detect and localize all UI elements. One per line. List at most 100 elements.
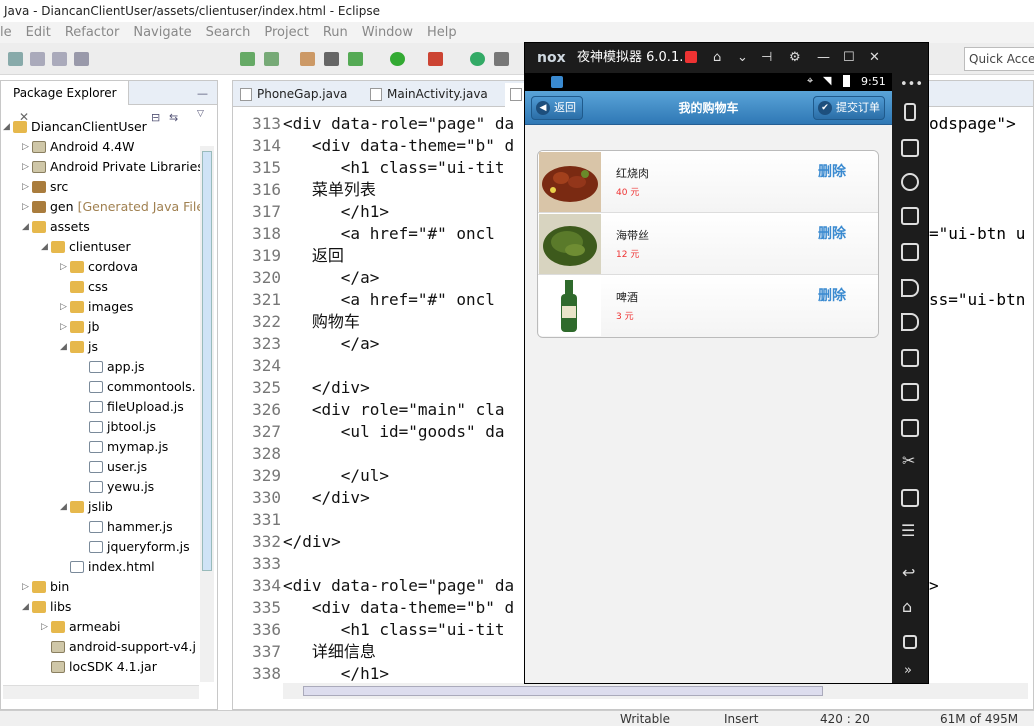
run-icon[interactable] [390, 52, 405, 66]
fullscreen-icon[interactable] [901, 243, 919, 261]
collapsed-arrow-icon[interactable]: ▷ [60, 257, 70, 277]
tree-item[interactable]: hammer.js [89, 517, 173, 537]
view-menu-icon[interactable]: ▽ [197, 109, 204, 119]
list-item[interactable]: 海带丝 12 元 删除 [538, 213, 878, 275]
lint-icon[interactable] [324, 52, 339, 66]
tree-item[interactable]: ◢ jslib [60, 497, 113, 517]
menu-refactor[interactable]: Refactor [65, 25, 120, 40]
package-explorer-tab[interactable]: Package Explorer ✕ [1, 81, 129, 124]
list-item[interactable]: 啤酒 3 元 删除 [538, 275, 878, 337]
menu-help[interactable]: Help [427, 25, 457, 40]
collapsed-arrow-icon[interactable]: ▷ [22, 197, 32, 217]
tree-item[interactable]: ▷ Android 4.4W [22, 137, 135, 157]
tree-item[interactable]: index.html [70, 557, 155, 577]
alert-icon[interactable] [685, 51, 697, 63]
screen-icon[interactable] [901, 207, 919, 225]
tab-mainactivity-java[interactable]: MainActivity.java [365, 83, 505, 107]
tree-scroll-thumb[interactable] [202, 151, 212, 571]
menu-icon[interactable]: ☰ [901, 521, 915, 540]
robot-icon[interactable] [901, 139, 919, 157]
maximize-icon[interactable]: ☐ [843, 43, 855, 73]
tab-phonegap-java[interactable]: PhoneGap.java [235, 83, 365, 107]
keyboard-icon[interactable] [901, 349, 919, 367]
link-editor-icon[interactable]: ⇆ [169, 111, 178, 124]
tree-item[interactable]: user.js [89, 457, 147, 477]
tree-item[interactable]: locSDK 4.1.jar [51, 657, 157, 677]
chevron-down-icon[interactable]: ⌄ [737, 43, 748, 73]
tree-item[interactable]: ▷ cordova [60, 257, 138, 277]
new-java-project-icon[interactable] [470, 52, 485, 66]
expanded-arrow-icon[interactable]: ◢ [60, 337, 70, 357]
expanded-arrow-icon[interactable]: ◢ [22, 597, 32, 617]
volume-down-icon[interactable] [901, 313, 919, 331]
back-button[interactable]: ◀ 返回 [531, 96, 583, 120]
tree-item[interactable]: ◢ assets [22, 217, 90, 237]
macro-icon[interactable] [901, 383, 919, 401]
scissors-icon[interactable]: ✂ [902, 451, 915, 470]
volume-up-icon[interactable] [901, 279, 919, 297]
expanded-arrow-icon[interactable]: ◢ [41, 237, 51, 257]
tool-icon[interactable] [300, 52, 315, 66]
tree-item[interactable]: ▷ armeabi [41, 617, 121, 637]
tree-item[interactable]: yewu.js [89, 477, 154, 497]
editor-scroll-thumb[interactable] [303, 686, 823, 696]
collapsed-arrow-icon[interactable]: ▷ [22, 137, 32, 157]
tree-item[interactable]: app.js [89, 357, 145, 377]
save-icon[interactable] [30, 52, 45, 66]
expanded-arrow-icon[interactable]: ◢ [3, 117, 13, 137]
multi-instance-icon[interactable] [901, 489, 919, 507]
menu-window[interactable]: Window [362, 25, 413, 40]
tree-item[interactable]: ▷ Android Private Libraries [22, 157, 204, 177]
menu-search[interactable]: Search [206, 25, 251, 40]
menu-file[interactable]: le [0, 25, 12, 40]
collapsed-arrow-icon[interactable]: ▷ [60, 297, 70, 317]
menu-edit[interactable]: Edit [26, 25, 51, 40]
back-icon[interactable]: ↩ [902, 563, 915, 582]
print-icon[interactable] [74, 52, 89, 66]
tree-item[interactable]: ◢ clientuser [41, 237, 131, 257]
collapsed-arrow-icon[interactable]: ▷ [22, 577, 32, 597]
tree-horizontal-scrollbar[interactable] [3, 685, 199, 699]
collapsed-arrow-icon[interactable]: ▷ [60, 317, 70, 337]
tree-item[interactable]: ▷ gen [Generated Java File [22, 197, 204, 217]
more-icon[interactable]: ••• [900, 77, 923, 92]
collapsed-arrow-icon[interactable]: ▷ [22, 177, 32, 197]
new-icon[interactable] [8, 52, 23, 66]
location-icon[interactable] [901, 173, 919, 191]
tree-item[interactable]: ◢ DiancanClientUser [3, 117, 147, 137]
collapse-all-icon[interactable]: ⊟ [151, 111, 160, 124]
tree-item[interactable]: commontools. [89, 377, 196, 397]
tree-item[interactable]: ▷ src [22, 177, 68, 197]
checkbox-icon[interactable] [264, 52, 279, 66]
minimize-icon[interactable]: — [197, 87, 208, 100]
delete-button[interactable]: 删除 [818, 223, 846, 243]
phone-rotate-icon[interactable] [904, 103, 916, 121]
open-type-icon[interactable] [494, 52, 509, 66]
tree-item[interactable]: ◢ libs [22, 597, 71, 617]
tree-item[interactable]: ▷ bin [22, 577, 69, 597]
tree-item[interactable]: jqueryform.js [89, 537, 190, 557]
quick-access-input[interactable]: Quick Acce [964, 47, 1034, 71]
android-sdk-icon[interactable] [240, 52, 255, 66]
collapsed-arrow-icon[interactable]: ▷ [22, 157, 32, 177]
recent-apps-icon[interactable] [903, 635, 917, 649]
tree-item[interactable]: ◢ js [60, 337, 98, 357]
expanded-arrow-icon[interactable]: ◢ [60, 497, 70, 517]
tree-item[interactable]: ▷ images [60, 297, 133, 317]
external-tools-icon[interactable] [428, 52, 443, 66]
tree-item[interactable]: css [70, 277, 108, 297]
close-icon[interactable]: ✕ [869, 43, 880, 73]
tree-item[interactable]: ▷ jb [60, 317, 99, 337]
list-item[interactable]: 红烧肉 40 元 删除 [538, 151, 878, 213]
pin-icon[interactable]: ⊣ [761, 43, 772, 73]
submit-order-button[interactable]: ✔ 提交订单 [813, 96, 885, 120]
menu-project[interactable]: Project [264, 25, 308, 40]
delete-button[interactable]: 删除 [818, 285, 846, 305]
apk-install-icon[interactable] [901, 419, 919, 437]
home-icon[interactable]: ⌂ [713, 43, 721, 73]
tree-item[interactable]: mymap.js [89, 437, 168, 457]
minimize-icon[interactable]: — [817, 43, 830, 73]
tree-item[interactable]: android-support-v4.j [51, 637, 196, 657]
save-all-icon[interactable] [52, 52, 67, 66]
gear-icon[interactable]: ⚙ [789, 43, 801, 73]
